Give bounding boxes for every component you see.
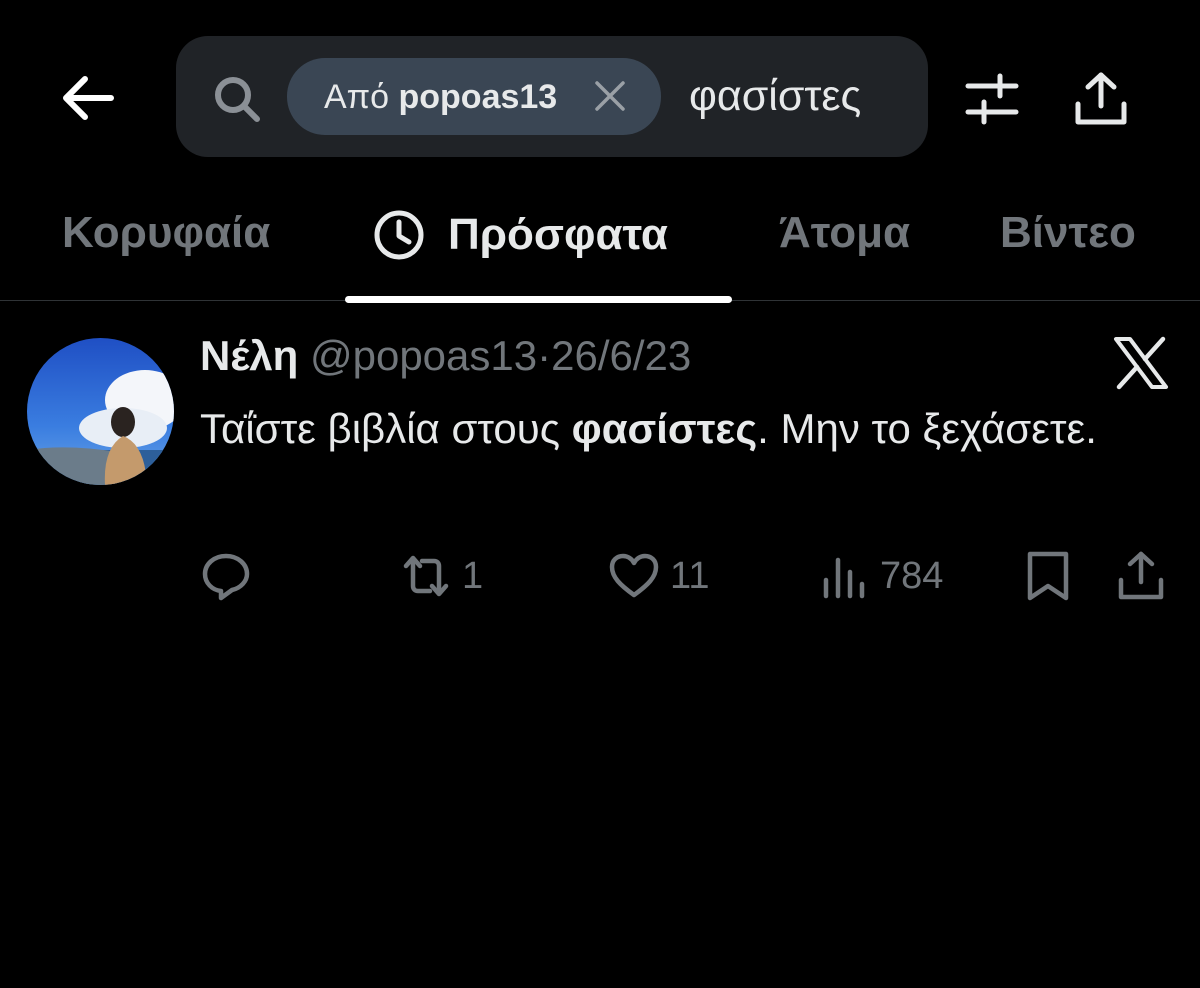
search-tabs: Κορυφαία Πρόσφατα Άτομα Βίντεο bbox=[0, 190, 1200, 303]
share-icon bbox=[1118, 551, 1164, 600]
tab-latest[interactable]: Πρόσφατα bbox=[372, 208, 668, 262]
search-box[interactable]: Από popoas13 φασίστες bbox=[176, 36, 928, 157]
retweet-button[interactable]: 1 bbox=[400, 550, 483, 602]
separator: · bbox=[537, 332, 552, 379]
tab-latest-label: Πρόσφατα bbox=[448, 210, 668, 259]
tweet-text-part: Ταΐστε βιβλία στους bbox=[200, 405, 572, 452]
tweet[interactable]: Νέλη @popoas13·26/6/23 Ταΐστε βιβλία στο… bbox=[0, 302, 1200, 632]
chip-user: popoas13 bbox=[398, 78, 558, 116]
view-count: 784 bbox=[880, 554, 944, 597]
filter-icon[interactable] bbox=[962, 72, 1022, 126]
tweet-actions: 1 11 784 bbox=[0, 542, 1200, 612]
avatar-image bbox=[27, 338, 174, 485]
like-button[interactable]: 11 bbox=[608, 550, 709, 602]
share-icon[interactable] bbox=[1070, 70, 1132, 128]
like-count: 11 bbox=[670, 554, 710, 597]
tweet-text-part: . Μην το ξεχάσετε. bbox=[757, 405, 1097, 452]
back-button[interactable] bbox=[55, 68, 119, 128]
views-icon bbox=[823, 557, 865, 599]
tab-videos[interactable]: Βίντεο bbox=[1000, 208, 1136, 258]
bookmark-button[interactable] bbox=[1022, 550, 1074, 602]
author-name[interactable]: Νέλη bbox=[200, 332, 298, 379]
tab-people[interactable]: Άτομα bbox=[779, 208, 910, 258]
reply-icon bbox=[202, 553, 250, 601]
like-icon bbox=[609, 553, 659, 598]
from-user-chip[interactable]: Από popoas13 bbox=[287, 58, 661, 135]
avatar[interactable] bbox=[27, 338, 174, 485]
x-logo-icon bbox=[1114, 336, 1168, 390]
back-arrow-icon bbox=[63, 76, 114, 120]
tab-top[interactable]: Κορυφαία bbox=[62, 208, 270, 258]
share-tweet-button[interactable] bbox=[1115, 550, 1167, 602]
search-query[interactable]: φασίστες bbox=[689, 72, 861, 121]
retweet-icon bbox=[403, 555, 449, 597]
close-icon[interactable] bbox=[592, 78, 628, 114]
author-handle[interactable]: @popoas13 bbox=[310, 332, 537, 379]
clock-icon bbox=[374, 210, 424, 260]
top-bar: Από popoas13 φασίστες bbox=[0, 0, 1200, 190]
retweet-count: 1 bbox=[462, 554, 484, 597]
chip-label: Από popoas13 bbox=[324, 78, 557, 117]
views-button[interactable]: 784 bbox=[818, 550, 943, 602]
reply-button[interactable] bbox=[200, 550, 252, 602]
tweet-date[interactable]: 26/6/23 bbox=[551, 332, 691, 379]
tweet-text: Ταΐστε βιβλία στους φασίστες. Μην το ξεχ… bbox=[200, 397, 1100, 461]
chip-prefix: Από bbox=[324, 78, 390, 116]
bookmark-icon bbox=[1027, 551, 1069, 601]
tweet-header: Νέλη @popoas13·26/6/23 bbox=[200, 332, 691, 380]
search-icon bbox=[215, 77, 260, 122]
tweet-text-highlight: φασίστες bbox=[571, 405, 758, 452]
